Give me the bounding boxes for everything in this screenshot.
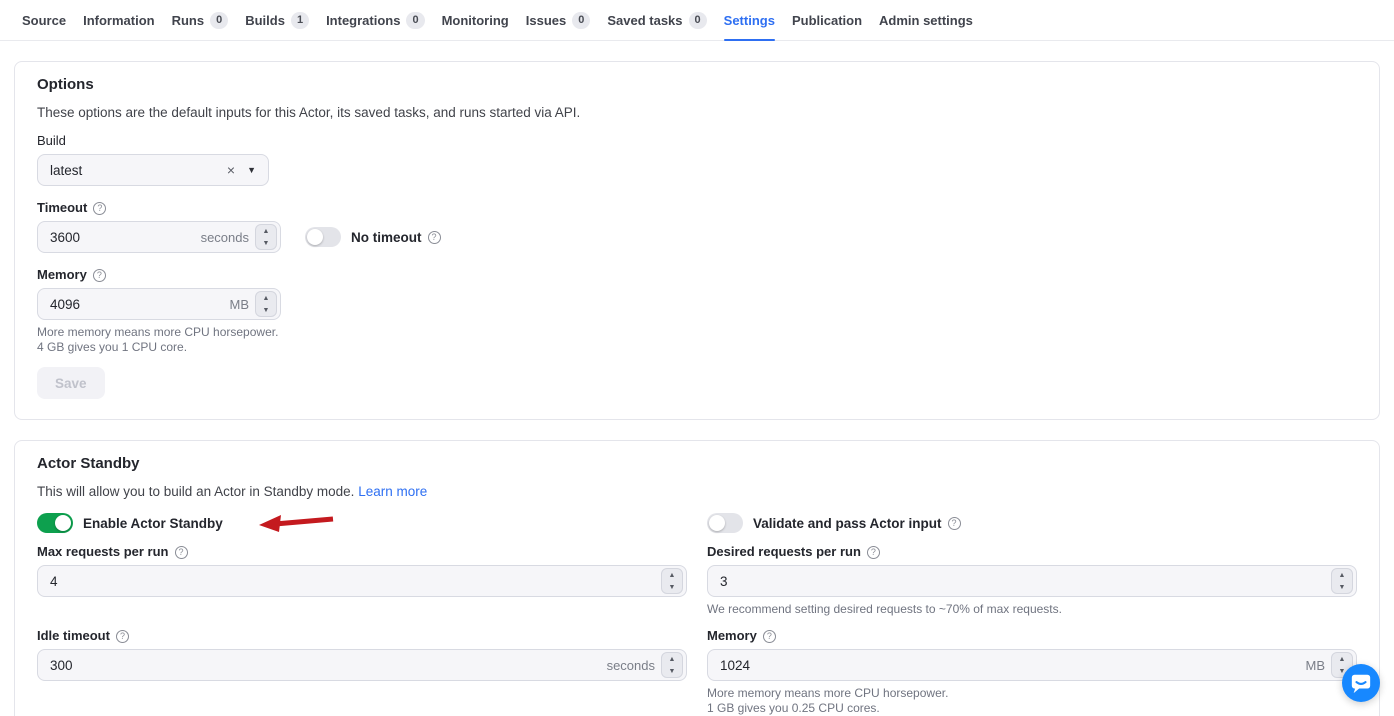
help-icon[interactable]: ? [948,517,961,530]
desired-requests-stepper: ▲ ▼ [1331,568,1353,594]
standby-card-title: Actor Standby [37,455,1357,473]
tab-integrations[interactable]: Integrations0 [326,0,425,41]
save-button[interactable]: Save [37,367,105,399]
idle-timeout-stepper: ▲ ▼ [661,652,683,678]
step-up-icon[interactable]: ▲ [662,653,682,665]
memory-unit: MB [230,297,250,312]
step-up-icon[interactable]: ▲ [1332,653,1352,665]
step-down-icon[interactable]: ▼ [662,665,682,677]
enable-actor-standby-label: Enable Actor Standby [83,516,223,531]
step-down-icon[interactable]: ▼ [256,237,276,249]
help-icon[interactable]: ? [428,231,441,244]
tab-saved-tasks[interactable]: Saved tasks0 [607,0,706,41]
memory-input-group: MB ▲ ▼ [37,288,281,320]
idle-timeout-input-group: seconds ▲ ▼ [37,649,687,681]
standby-memory-unit: MB [1306,658,1326,673]
toggle-knob [307,229,323,245]
options-card: Options These options are the default in… [14,61,1380,420]
tab-runs[interactable]: Runs0 [172,0,229,41]
desired-requests-helper: We recommend setting desired requests to… [707,602,1357,617]
tab-builds[interactable]: Builds1 [245,0,309,41]
chat-bubble-icon [1350,672,1372,694]
no-timeout-toggle[interactable] [305,227,341,247]
runs-count-badge: 0 [210,12,228,29]
tab-information[interactable]: Information [83,0,155,41]
timeout-input[interactable] [38,230,201,245]
build-select[interactable]: latest × ▼ [37,154,269,186]
idle-timeout-unit: seconds [607,658,655,673]
memory-label: Memory ? [37,267,1357,283]
memory-input[interactable] [38,297,230,312]
memory-stepper: ▲ ▼ [255,291,277,317]
tab-monitoring[interactable]: Monitoring [442,0,509,41]
idle-timeout-label: Idle timeout ? [37,628,687,644]
no-timeout-label: No timeout ? [351,230,441,245]
help-icon[interactable]: ? [867,546,880,559]
standby-card-description: This will allow you to build an Actor in… [37,484,1357,500]
step-down-icon[interactable]: ▼ [662,581,682,593]
validate-pass-input-toggle[interactable] [707,513,743,533]
saved-tasks-count-badge: 0 [689,12,707,29]
tab-admin-settings[interactable]: Admin settings [879,0,973,41]
learn-more-link[interactable]: Learn more [358,484,427,499]
desired-requests-label: Desired requests per run ? [707,544,1357,560]
standby-memory-input-group: MB ▲ ▼ [707,649,1357,681]
desired-requests-input-group: ▲ ▼ [707,565,1357,597]
max-requests-stepper: ▲ ▼ [661,568,683,594]
actor-standby-card: Actor Standby This will allow you to bui… [14,440,1380,716]
timeout-unit: seconds [201,230,249,245]
step-up-icon[interactable]: ▲ [256,225,276,237]
builds-count-badge: 1 [291,12,309,29]
max-requests-input[interactable] [38,574,661,589]
options-card-title: Options [37,76,1357,94]
standby-memory-label: Memory ? [707,628,1357,644]
arrow-left-icon [259,513,337,533]
help-icon[interactable]: ? [175,546,188,559]
desired-requests-input[interactable] [708,574,1331,589]
tab-source[interactable]: Source [22,0,66,41]
step-up-icon[interactable]: ▲ [256,292,276,304]
integrations-count-badge: 0 [406,12,424,29]
clear-icon[interactable]: × [219,162,243,178]
chat-launcher-button[interactable] [1342,664,1380,702]
timeout-label: Timeout ? [37,200,281,216]
toggle-knob [55,515,71,531]
help-icon[interactable]: ? [763,630,776,643]
tab-settings[interactable]: Settings [724,0,775,41]
timeout-stepper: ▲ ▼ [255,224,277,250]
help-icon[interactable]: ? [93,202,106,215]
red-annotation-arrow [259,513,337,533]
build-select-value: latest [38,163,219,178]
tab-issues[interactable]: Issues0 [526,0,591,41]
standby-memory-input[interactable] [708,658,1306,673]
validate-pass-input-label: Validate and pass Actor input ? [753,516,961,531]
timeout-input-group: seconds ▲ ▼ [37,221,281,253]
actor-tab-nav: Source Information Runs0 Builds1 Integra… [0,0,1394,41]
step-up-icon[interactable]: ▲ [662,569,682,581]
max-requests-input-group: ▲ ▼ [37,565,687,597]
help-icon[interactable]: ? [93,269,106,282]
chevron-down-icon[interactable]: ▼ [243,165,268,175]
build-label: Build [37,133,1357,149]
enable-actor-standby-toggle[interactable] [37,513,73,533]
toggle-knob [709,515,725,531]
memory-helper: More memory means more CPU horsepower. 4… [37,325,1357,355]
step-up-icon[interactable]: ▲ [1332,569,1352,581]
step-down-icon[interactable]: ▼ [256,304,276,316]
standby-memory-helper: More memory means more CPU horsepower. 1… [707,686,1357,716]
step-down-icon[interactable]: ▼ [1332,581,1352,593]
issues-count-badge: 0 [572,12,590,29]
help-icon[interactable]: ? [116,630,129,643]
idle-timeout-input[interactable] [38,658,607,673]
max-requests-label: Max requests per run ? [37,544,687,560]
options-card-description: These options are the default inputs for… [37,105,1357,121]
tab-publication[interactable]: Publication [792,0,862,41]
